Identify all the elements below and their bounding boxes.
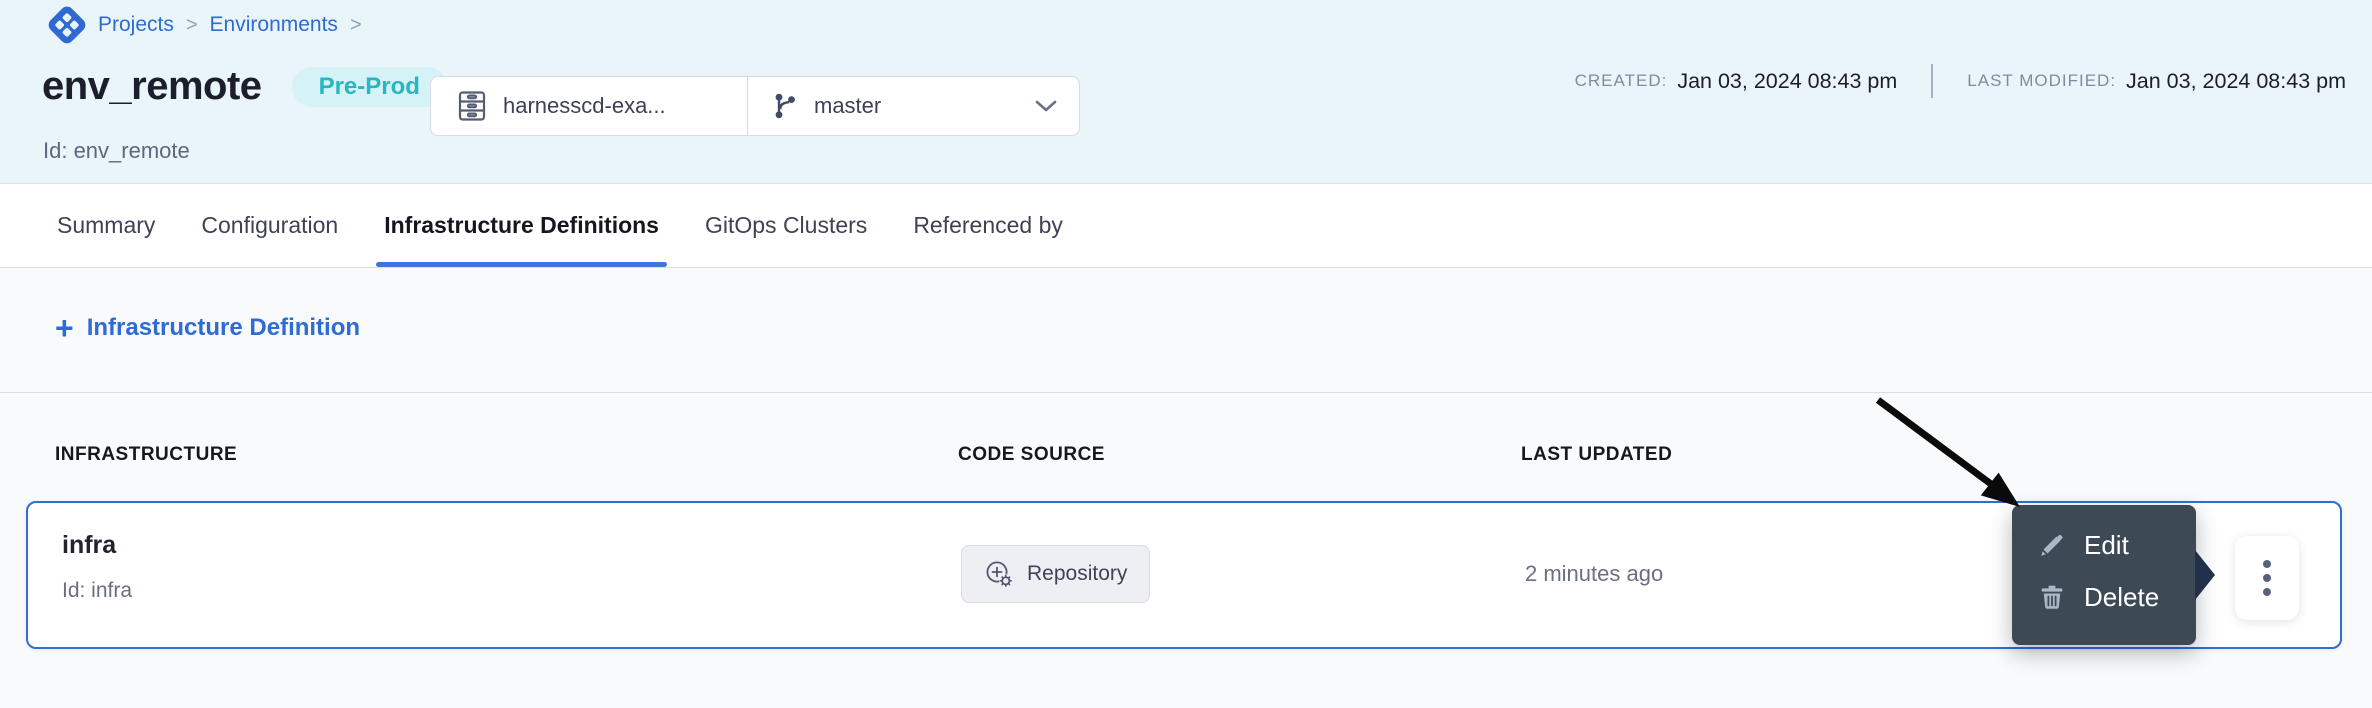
breadcrumb-separator: >	[186, 14, 198, 37]
repo-branch-selector[interactable]: harnesscd-exa... master	[430, 76, 1080, 136]
context-menu-edit-label: Edit	[2084, 530, 2129, 561]
tab-summary[interactable]: Summary	[57, 184, 155, 267]
breadcrumb-separator: >	[350, 14, 362, 37]
dot	[2263, 574, 2271, 582]
dot	[2263, 588, 2271, 596]
project-icon	[48, 6, 86, 44]
infrastructure-id: Id: infra	[62, 579, 132, 603]
add-button-label: Infrastructure Definition	[87, 314, 360, 342]
repo-section[interactable]: harnesscd-exa...	[431, 77, 747, 135]
section-divider	[0, 392, 2372, 393]
modified-label: LAST MODIFIED:	[1967, 71, 2116, 91]
entity-id: Id: env_remote	[43, 138, 190, 164]
pencil-icon	[2037, 530, 2067, 560]
created-value: Jan 03, 2024 08:43 pm	[1677, 69, 1897, 94]
context-menu-delete-label: Delete	[2084, 582, 2159, 613]
infrastructure-name: infra	[62, 531, 116, 560]
repo-name: harnesscd-exa...	[503, 93, 666, 119]
row-options-button[interactable]	[2235, 536, 2299, 620]
context-menu-caret	[2195, 550, 2215, 600]
column-last-updated: LAST UPDATED	[1521, 444, 1672, 466]
tab-infrastructure-definitions[interactable]: Infrastructure Definitions	[384, 184, 659, 267]
column-infrastructure: INFRASTRUCTURE	[55, 444, 237, 466]
meta-divider	[1931, 64, 1933, 98]
context-menu-delete[interactable]: Delete	[2012, 571, 2196, 623]
tab-gitops-clusters[interactable]: GitOps Clusters	[705, 184, 867, 267]
trash-icon	[2037, 582, 2067, 612]
last-updated-value: 2 minutes ago	[1525, 561, 1663, 587]
table-row[interactable]: infra Id: infra	[26, 501, 2342, 649]
table-header: INFRASTRUCTURE CODE SOURCE LAST UPDATED	[0, 444, 2372, 468]
tab-bar: Summary Configuration Infrastructure Def…	[0, 184, 2372, 268]
title-row: env_remote Pre-Prod	[42, 64, 447, 109]
dot	[2263, 560, 2271, 568]
column-code-source: CODE SOURCE	[958, 444, 1105, 466]
modified-value: Jan 03, 2024 08:43 pm	[2126, 69, 2346, 94]
plus-icon: +	[55, 312, 74, 344]
row-context-menu: Edit Delete	[2012, 505, 2196, 645]
created-label: CREATED:	[1575, 71, 1668, 91]
remote-repo-icon	[984, 559, 1014, 589]
page-header: Projects > Environments > env_remote Pre…	[0, 0, 2372, 184]
chevron-down-icon	[1035, 99, 1057, 113]
environment-details-page: Projects > Environments > env_remote Pre…	[0, 0, 2372, 708]
repository-drawer-icon	[455, 89, 489, 123]
code-source-label: Repository	[1027, 562, 1127, 586]
branch-name: master	[814, 93, 881, 119]
tab-referenced-by[interactable]: Referenced by	[913, 184, 1063, 267]
breadcrumb-projects[interactable]: Projects	[98, 13, 174, 37]
branch-section[interactable]: master	[748, 77, 1079, 135]
add-infrastructure-definition-button[interactable]: + Infrastructure Definition	[55, 312, 360, 344]
git-branch-icon	[770, 91, 800, 121]
context-menu-edit[interactable]: Edit	[2012, 519, 2196, 571]
breadcrumb-environments[interactable]: Environments	[210, 13, 338, 37]
tab-configuration[interactable]: Configuration	[201, 184, 338, 267]
breadcrumb: Projects > Environments >	[48, 6, 362, 44]
env-type-badge: Pre-Prod	[292, 67, 447, 107]
page-title: env_remote	[42, 64, 262, 109]
code-source-badge: Repository	[961, 545, 1150, 603]
meta-row: CREATED: Jan 03, 2024 08:43 pm LAST MODI…	[1575, 60, 2346, 102]
